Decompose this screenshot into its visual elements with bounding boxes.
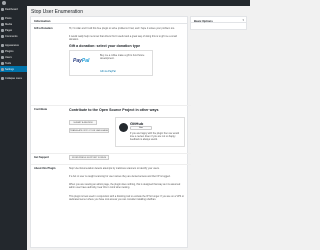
- sidebar-item-label: Dashboard: [5, 7, 18, 11]
- sidebar-item-label: Users: [5, 55, 12, 59]
- menu-icon: [1, 43, 4, 47]
- gift-text-2: It would really help me know that others…: [69, 35, 177, 42]
- sidebar-item-label: Media: [5, 22, 13, 26]
- about-label: About this Plugin: [34, 167, 56, 170]
- submit-review-button[interactable]: SUBMIT A REVIEW: [69, 120, 97, 125]
- row-divider: [31, 153, 191, 154]
- paypal-box[interactable]: PayPal Buy me a coffee make a gift to fu…: [69, 50, 153, 76]
- gift-text: Hi, I'm Alan and I built this free plugi…: [69, 27, 175, 30]
- row-divider: [31, 105, 191, 106]
- admin-sidebar: Dashboard Posts Media Pages Comments Appearan…: [0, 6, 27, 250]
- menu-icon: [1, 67, 4, 71]
- about-text-2: If a bot or user is caught scanning for …: [69, 175, 171, 178]
- sidebar-item-label: Posts: [5, 16, 12, 20]
- menu-icon: [1, 34, 4, 38]
- translate-button[interactable]: TRANSLATE INTO YOUR LANGUAGE: [69, 128, 109, 133]
- menu-icon: [1, 61, 4, 65]
- gift-label: Gift a Donation: [34, 27, 53, 30]
- menu-icon: [1, 76, 4, 80]
- collapse-arrow-icon[interactable]: ▾: [242, 18, 244, 22]
- page-title: Stop User Enumeration: [31, 9, 83, 15]
- support-label: Get Support: [34, 156, 49, 159]
- about-text-4: This plugin is best used in conjunction …: [69, 195, 185, 202]
- about-text-3: When you are viewing an admin page, the …: [69, 183, 181, 190]
- github-icon: [119, 123, 128, 132]
- sidebar-item-label: Comments: [5, 34, 18, 38]
- menu-icon: [1, 16, 4, 20]
- paypal-link[interactable]: Gift via PayPal: [100, 70, 116, 73]
- menu-icon: [1, 55, 4, 59]
- menu-icon: [1, 22, 4, 26]
- paypal-logo: PayPal: [73, 58, 90, 64]
- contribute-label: Contribute: [34, 108, 48, 111]
- support-forum-button[interactable]: WORDPRESS SUPPORT FORUM: [69, 155, 109, 160]
- github-box[interactable]: GitHub Star If you are happy with the pl…: [115, 117, 185, 147]
- sidebar-item-label: Appearance: [5, 43, 19, 47]
- wordpress-icon[interactable]: [2, 1, 6, 5]
- main-content: Stop User Enumeration Information Gift a…: [30, 6, 248, 250]
- github-star-button[interactable]: Star: [130, 126, 152, 130]
- menu-icon: [1, 7, 4, 11]
- sidebar-item-label: Collapse menu: [5, 76, 23, 80]
- options-header: Basic Options: [191, 17, 246, 23]
- sidebar-item-label: Plugins: [5, 49, 14, 53]
- sidebar-item-label: Tools: [5, 61, 12, 65]
- sidebar-item-label: Settings: [5, 67, 15, 71]
- menu-icon: [1, 49, 4, 53]
- card-header: Information: [31, 17, 187, 24]
- github-text: If you are happy with the plugin then we…: [130, 132, 180, 142]
- menu-icon: [1, 28, 4, 32]
- info-card: Information Gift a Donation Hi, I'm Alan…: [30, 16, 191, 248]
- donate-heading: Gift a donation: select your donation ty…: [69, 44, 141, 48]
- paypal-text: Buy me a coffee make a gift to fund futu…: [100, 54, 145, 61]
- sidebar-item-label: Pages: [5, 28, 13, 32]
- contribute-heading: Contribute to the Open Source Project in…: [69, 108, 159, 112]
- sidebar-item-collapse-menu[interactable]: Collapse menu: [0, 75, 27, 81]
- options-box: Basic Options ▾: [190, 16, 247, 30]
- row-divider: [31, 164, 191, 165]
- about-text: Stop User Enumeration detects attempts b…: [69, 167, 160, 170]
